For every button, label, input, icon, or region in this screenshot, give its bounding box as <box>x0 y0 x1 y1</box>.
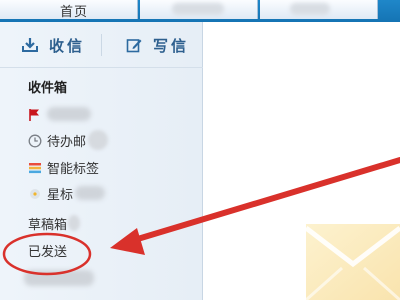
folder-smart-tags[interactable]: 智能标签 <box>0 155 203 179</box>
envelope-icon <box>304 224 400 300</box>
tab-obscured-1[interactable] <box>140 0 258 19</box>
folder-obscured-label <box>24 270 94 286</box>
folder-starred-count-obscured <box>75 186 106 200</box>
folder-starred-label: 星标 <box>47 187 74 203</box>
download-tray-icon <box>22 37 38 53</box>
folder-smart-tags-label: 智能标签 <box>47 161 100 177</box>
red-flag-icon <box>28 107 42 121</box>
receive-mail-button[interactable]: 收信 <box>22 34 85 56</box>
compose-mail-button[interactable]: 写信 <box>126 34 189 56</box>
folder-inbox[interactable]: 收件箱 <box>0 74 203 98</box>
folder-todo-count-obscured <box>88 130 109 150</box>
folder-drafts[interactable]: 草稿箱 <box>0 211 203 235</box>
star-icon <box>28 186 42 200</box>
color-tag-icon <box>28 160 42 174</box>
tab-home[interactable]: 首页 <box>0 0 138 20</box>
clock-icon <box>28 133 42 148</box>
folder-sent[interactable]: 已发送 <box>0 238 203 262</box>
mail-sidebar: 收信 写信 收件箱 待办邮 智能标签 星标 草稿箱 已发送 <box>0 22 203 300</box>
tab-obscured-2-label <box>290 3 330 15</box>
folder-drafts-count-obscured <box>68 215 81 231</box>
folder-inbox-label: 收件箱 <box>28 80 68 96</box>
folder-obscured[interactable] <box>0 266 203 290</box>
folder-starred[interactable]: 星标 <box>0 181 203 205</box>
folder-flagged-label-obscured <box>47 107 91 121</box>
folder-todo[interactable]: 待办邮 <box>0 128 203 152</box>
folder-drafts-label: 草稿箱 <box>28 217 68 233</box>
tab-obscured-1-label <box>172 3 224 15</box>
folder-flagged[interactable] <box>0 102 203 126</box>
folder-todo-label: 待办邮 <box>47 134 87 150</box>
mail-action-row: 收信 写信 <box>0 22 203 68</box>
tab-home-label: 首页 <box>60 5 89 20</box>
top-tab-bar: 首页 <box>0 0 400 22</box>
compose-mail-label: 写信 <box>153 36 190 55</box>
receive-mail-label: 收信 <box>49 36 86 55</box>
folder-sent-label: 已发送 <box>28 244 68 260</box>
edit-pen-icon <box>126 37 142 53</box>
tab-obscured-2[interactable] <box>260 0 378 19</box>
action-divider <box>101 34 102 56</box>
